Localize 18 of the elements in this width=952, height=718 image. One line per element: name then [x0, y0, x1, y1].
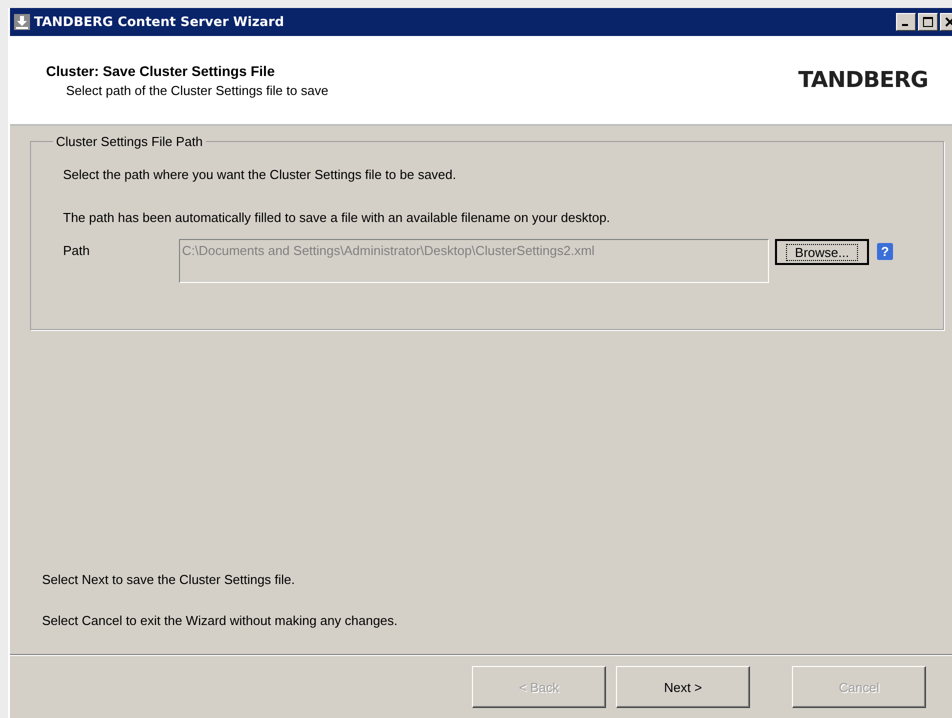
path-label: Path: [63, 242, 91, 258]
close-icon: [945, 17, 952, 27]
footer-note: Select Cancel to exit the Wizard without making any changes.: [42, 613, 399, 628]
group-legend: Cluster Settings File Path: [53, 134, 206, 149]
browse-button[interactable]: Browse...: [775, 239, 869, 265]
download-icon: [14, 14, 30, 30]
page-title: Cluster: Save Cluster Settings File: [46, 62, 276, 78]
note-text: The path has been automatically filled to save a file with an available filename on your desktop.: [63, 210, 612, 225]
minimize-button[interactable]: [896, 13, 916, 31]
help-icon[interactable]: ?: [877, 243, 893, 260]
footer-note: Select Next to save the Cluster Settings file.: [42, 572, 296, 587]
instruction-text: Select the path where you want the Cluster Settings file to be saved.: [63, 167, 458, 182]
window-title: TANDBERG Content Server Wizard: [34, 14, 284, 30]
maximize-icon: [923, 17, 933, 27]
maximize-button[interactable]: [918, 13, 938, 31]
page-subtitle: Select path of the Cluster Settings file to save: [65, 82, 328, 98]
logo: TANDBERG: [798, 68, 928, 92]
wizard-button[interactable]: Next >: [616, 666, 750, 708]
